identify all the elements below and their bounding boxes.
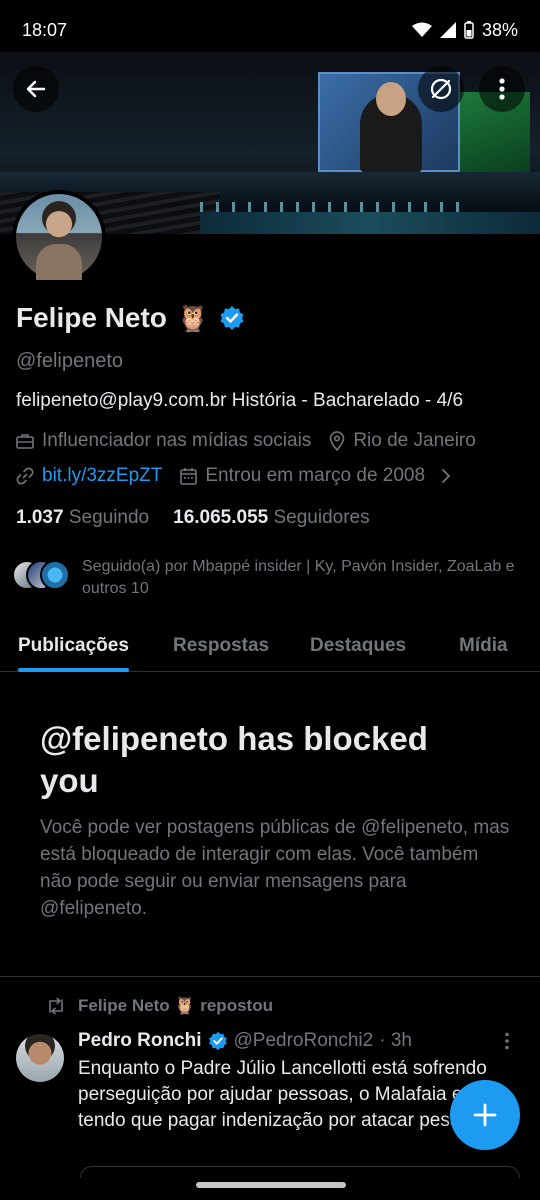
briefcase-icon [16,434,34,449]
back-button[interactable] [13,66,59,112]
compose-post-button[interactable] [450,1080,520,1150]
follow-stats: 1.037 Seguindo 16.065.055 Seguidores [16,507,370,529]
post-header: Pedro Ronchi @PedroRonchi2 · 3h [78,1030,412,1052]
profile-link[interactable]: bit.ly/3zzEpZT [16,465,162,487]
profile-joined[interactable]: Entrou em março de 2008 [180,465,451,487]
post-media-preview[interactable] [80,1166,520,1178]
translate-off-icon [430,78,452,100]
tab-publicacoes[interactable]: Publicações [18,620,129,672]
followers-stat[interactable]: 16.065.055 Seguidores [173,507,370,529]
post-author-name[interactable]: Pedro Ronchi [78,1030,202,1052]
gesture-navigation-bar[interactable] [196,1182,346,1188]
post-more-icon[interactable] [504,1032,510,1050]
profile-emoji: 🦉 [176,302,210,333]
repost-icon [49,998,63,1014]
tab-midia[interactable]: Mídia [459,620,508,672]
more-vertical-icon [499,78,505,100]
divider [0,976,540,977]
followed-by-row[interactable]: Seguido(a) por Mbappé insider | Ky, Pavó… [12,556,522,600]
tab-label: Mídia [459,635,508,656]
translate-button[interactable] [418,66,464,112]
profile-name-row: Felipe Neto 🦉 [16,302,245,334]
profile-joined-text: Entrou em março de 2008 [205,465,426,486]
following-label: Seguindo [68,507,150,528]
profile-tabs: Publicações Respostas Destaques Mídia [0,620,540,672]
followed-by-text: Seguido(a) por Mbappé insider | Ky, Pavó… [82,558,515,597]
mini-avatar [40,560,70,590]
following-count: 1.037 [16,507,64,528]
wifi-icon [411,22,432,37]
profile-location: Rio de Janeiro [329,430,476,452]
active-tab-indicator [18,668,129,672]
chevron-right-icon [442,469,451,483]
profile-link-text[interactable]: bit.ly/3zzEpZT [42,465,162,487]
blocked-description: Você pode ver postagens públicas de @fel… [40,817,510,919]
battery-level: 38% [481,19,518,40]
profile-bio: felipeneto@play9.com.br História - Bacha… [16,390,464,411]
profile-name: Felipe Neto [16,302,167,333]
profile-meta-row-1: Influenciador nas mídias sociais Rio de … [16,430,494,452]
tab-label: Destaques [310,635,407,656]
verified-icon [208,1031,227,1051]
following-stat[interactable]: 1.037 Seguindo [16,507,149,529]
repost-label: Felipe Neto 🦉 repostou [78,996,273,1015]
tab-label: Publicações [18,635,129,656]
signal-icon [439,22,456,38]
link-icon [16,467,34,485]
location-pin-icon [330,431,345,451]
followers-count: 16.065.055 [173,507,269,528]
profile-location-text: Rio de Janeiro [353,430,476,451]
repost-indicator: Felipe Neto 🦉 repostou [46,996,273,1016]
status-icons: 38% [411,19,518,41]
banner-speaker-head [376,82,406,116]
profile-handle: @felipeneto [16,350,124,372]
battery-icon [464,21,474,39]
tab-label: Respostas [173,635,270,656]
post-author-handle[interactable]: @PedroRonchi2 [234,1030,374,1052]
profile-category-text: Influenciador nas mídias sociais [42,430,312,451]
post-time: · 3h [379,1030,412,1051]
blocked-title: @felipeneto has blocked you [40,720,428,799]
profile-avatar[interactable] [12,190,106,284]
verified-icon[interactable] [219,305,245,331]
post-author-avatar[interactable] [16,1034,64,1082]
profile-category: Influenciador nas mídias sociais [16,430,311,452]
status-bar: 18:07 38% [0,0,540,60]
followers-label: Seguidores [273,507,370,528]
back-arrow-icon [26,80,46,98]
tab-destaques[interactable]: Destaques [310,620,406,672]
status-time: 18:07 [22,19,68,40]
banner-stage [200,212,540,234]
more-options-button[interactable] [479,66,525,112]
profile-meta-row-2: bit.ly/3zzEpZT Entrou em março de 2008 [16,465,469,487]
followed-by-avatars [12,556,74,590]
calendar-icon [180,468,198,485]
avatar-figure [36,244,82,280]
tab-respostas[interactable]: Respostas [173,620,269,672]
plus-icon [473,1103,497,1127]
